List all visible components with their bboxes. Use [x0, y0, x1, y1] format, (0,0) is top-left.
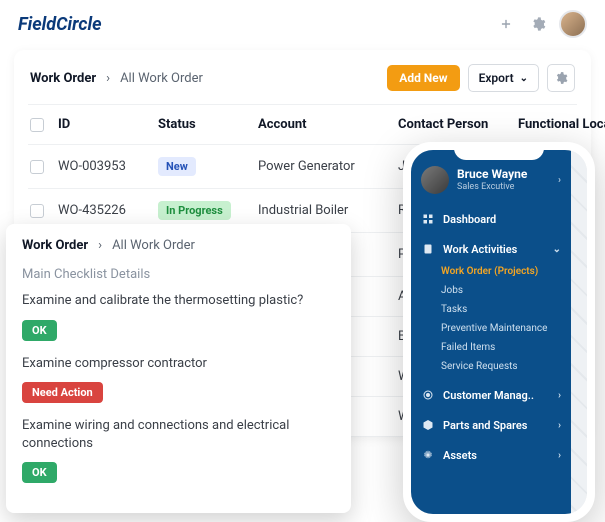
phone-body: Bruce Wayne Sales Excutive › Dashboard W…	[411, 150, 587, 514]
checklist-popup: Work Order › All Work Order Main Checkli…	[6, 224, 351, 513]
checklist-item: Examine wiring and connections and elect…	[22, 417, 335, 452]
status-badge: New	[158, 157, 196, 176]
header-actions: Add New Export ⌄	[387, 64, 575, 92]
cell-id: WO-435226	[58, 203, 158, 218]
phone-notch	[454, 142, 544, 160]
nav-label: Assets	[443, 449, 477, 462]
export-label: Export	[479, 71, 514, 85]
export-button[interactable]: Export ⌄	[468, 64, 539, 92]
nav-sub-item[interactable]: Tasks	[441, 304, 571, 315]
nav-dashboard[interactable]: Dashboard	[411, 204, 571, 234]
breadcrumb: Work Order › All Work Order	[30, 71, 203, 86]
avatar	[421, 166, 449, 194]
mobile-frame: Bruce Wayne Sales Excutive › Dashboard W…	[403, 142, 595, 522]
panel-header: Work Order › All Work Order Add New Expo…	[28, 62, 577, 105]
row-checkbox[interactable]	[30, 204, 44, 218]
topbar: FieldCircle	[0, 0, 605, 44]
clipboard-icon	[421, 242, 435, 256]
breadcrumb-current: All Work Order	[112, 238, 195, 253]
cell-status: In Progress	[158, 201, 258, 220]
table-header: ID Status Account Contact Person Functio…	[28, 105, 577, 145]
checklist-item: Examine compressor contractor	[22, 355, 335, 373]
breadcrumb-root: Work Order	[22, 238, 88, 253]
chevron-right-icon: ›	[558, 175, 561, 186]
user-name: Bruce Wayne	[457, 168, 527, 181]
status-chip[interactable]: OK	[22, 320, 57, 341]
chevron-right-icon: ›	[98, 238, 102, 253]
chevron-down-icon: ⌄	[553, 244, 561, 255]
cell-account: Power Generator	[258, 159, 398, 174]
nav-label: Work Activities	[443, 243, 517, 256]
nav-sub-item[interactable]: Failed Items	[441, 342, 571, 353]
chevron-down-icon: ⌄	[520, 73, 528, 84]
nav-assets[interactable]: Assets ›	[411, 440, 571, 470]
checklist-item: Examine and calibrate the thermosetting …	[22, 292, 335, 310]
nav-customer[interactable]: Customer Manag.. ›	[411, 380, 571, 410]
user-role: Sales Excutive	[457, 182, 527, 192]
nav-sublist: Work Order (Projects) Jobs Tasks Preventive…	[411, 264, 571, 380]
cell-status: New	[158, 157, 258, 176]
nav-parts[interactable]: Parts and Spares ›	[411, 410, 571, 440]
nav-sub-item[interactable]: Preventive Maintenance	[441, 323, 571, 334]
brand-logo: FieldCircle	[18, 14, 102, 35]
col-location[interactable]: Functional Locati..	[518, 117, 605, 132]
gear-icon	[421, 448, 435, 462]
cell-account: Industrial Boiler	[258, 203, 398, 218]
nav-label: Parts and Spares	[443, 419, 527, 432]
row-checkbox[interactable]	[30, 160, 44, 174]
status-badge: In Progress	[158, 201, 231, 220]
nav-label: Customer Manag..	[443, 389, 534, 402]
topbar-actions	[495, 10, 587, 38]
gear-icon[interactable]	[527, 13, 549, 35]
nav-sub-item[interactable]: Jobs	[441, 285, 571, 296]
section-title: Main Checklist Details	[22, 267, 335, 282]
select-all-checkbox[interactable]	[30, 118, 44, 132]
box-icon	[421, 418, 435, 432]
nav-label: Dashboard	[443, 213, 496, 226]
col-id[interactable]: ID	[58, 117, 158, 132]
dashboard-icon	[421, 212, 435, 226]
cell-id: WO-003953	[58, 159, 158, 174]
breadcrumb-current: All Work Order	[120, 71, 203, 86]
nav-sub-item[interactable]: Service Requests	[441, 361, 571, 372]
status-chip[interactable]: OK	[22, 462, 57, 483]
status-chip[interactable]: Need Action	[22, 382, 103, 403]
breadcrumb: Work Order › All Work Order	[22, 238, 335, 253]
breadcrumb-root: Work Order	[30, 71, 96, 86]
gear-icon[interactable]	[547, 64, 575, 92]
nav-drawer: Bruce Wayne Sales Excutive › Dashboard W…	[411, 150, 571, 514]
nav-sub-item[interactable]: Work Order (Projects)	[441, 266, 571, 277]
col-account[interactable]: Account	[258, 117, 398, 132]
add-new-button[interactable]: Add New	[387, 65, 459, 91]
col-status[interactable]: Status	[158, 117, 258, 132]
chevron-right-icon: ›	[558, 390, 561, 401]
nav-work-activities[interactable]: Work Activities ⌄	[411, 234, 571, 264]
chevron-right-icon: ›	[558, 450, 561, 461]
chevron-right-icon: ›	[558, 420, 561, 431]
col-contact[interactable]: Contact Person	[398, 117, 518, 132]
chevron-right-icon: ›	[106, 71, 110, 86]
avatar[interactable]	[559, 10, 587, 38]
plus-icon[interactable]	[495, 13, 517, 35]
target-icon	[421, 388, 435, 402]
